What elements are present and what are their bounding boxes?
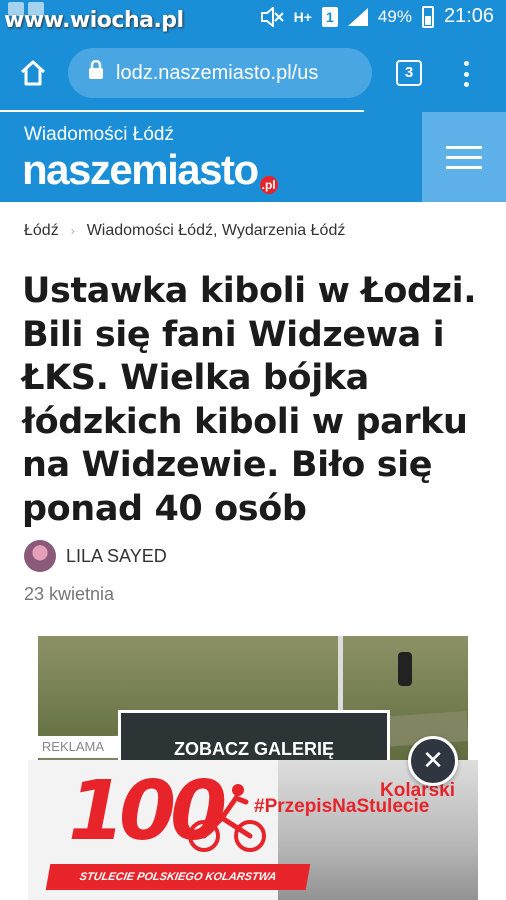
site-header: Wiadomości Łódź naszemiasto .pl <box>0 112 506 202</box>
browser-menu-button[interactable] <box>458 58 474 90</box>
author-name: LILA SAYED <box>66 545 167 566</box>
breadcrumb-item[interactable]: Wiadomości Łódź, Wydarzenia Łódź <box>87 222 346 240</box>
breadcrumb-item[interactable]: Łódź <box>24 222 59 240</box>
lock-icon <box>88 59 104 86</box>
breadcrumb: Łódź › Wiadomości Łódź, Wydarzenia Łódź <box>24 222 345 240</box>
network-type: H+ <box>293 8 312 25</box>
tab-switcher-button[interactable]: 3 <box>396 60 422 86</box>
signal-icon <box>347 7 368 26</box>
site-logo[interactable]: naszemiasto .pl <box>22 146 278 194</box>
site-logo-text: naszemiasto <box>22 146 259 193</box>
ad-hashtag: #PrzepisNaStulecie <box>254 796 430 817</box>
close-icon: ✕ <box>422 745 444 775</box>
status-bar: www.wiocha.pl H+ 1 49% 21:06 <box>0 0 506 34</box>
hamburger-icon <box>446 145 482 149</box>
cyclist-icon <box>188 784 266 852</box>
ad-slogan: STULECIE POLSKIEGO KOLARSTWA <box>45 864 311 890</box>
sim-indicator: 1 <box>321 6 338 27</box>
home-button[interactable] <box>16 56 50 90</box>
watermark: www.wiocha.pl <box>4 8 184 33</box>
address-bar[interactable]: lodz.naszemiasto.pl/us <box>68 48 372 98</box>
mute-icon <box>260 6 284 27</box>
clock: 21:06 <box>443 5 494 27</box>
url-text: lodz.naszemiasto.pl/us <box>116 61 319 84</box>
chevron-right-icon: › <box>70 224 75 238</box>
site-kicker[interactable]: Wiadomości Łódź <box>24 124 174 146</box>
article-author[interactable]: LILA SAYED <box>24 540 167 572</box>
ad-banner[interactable]: 100 Kolarski #PrzepisNaStulecie STULECIE… <box>28 760 478 900</box>
battery-percent: 49% <box>377 6 412 26</box>
ad-label: REKLAMA <box>28 736 118 758</box>
hamburger-menu-button[interactable] <box>422 112 506 202</box>
article-date: 23 kwietnia <box>24 584 115 604</box>
browser-toolbar: lodz.naszemiasto.pl/us 3 <box>0 34 506 112</box>
battery-icon <box>421 5 434 28</box>
close-ad-button[interactable]: ✕ <box>408 736 458 786</box>
home-icon <box>20 60 46 86</box>
article-headline: Ustawka kiboli w Łodzi. Bili się fani Wi… <box>22 271 477 529</box>
author-avatar <box>24 540 56 572</box>
site-logo-badge: .pl <box>259 176 278 194</box>
